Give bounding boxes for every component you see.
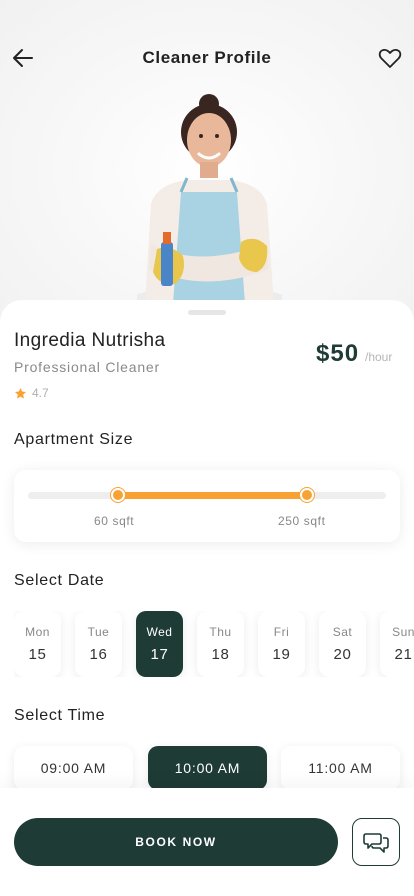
time-slot[interactable]: 09:00 AM: [14, 746, 133, 790]
date-chip-day: Sat: [332, 625, 353, 639]
date-chip-mon[interactable]: Mon 15: [14, 611, 61, 677]
date-chip-day: Tue: [87, 625, 110, 639]
date-chip-wed[interactable]: Wed 17: [136, 611, 183, 677]
page-title: Cleaner Profile: [142, 48, 272, 67]
date-chip-fri[interactable]: Fri 19: [258, 611, 305, 677]
size-slider-min-thumb[interactable]: [110, 488, 125, 502]
hero-section: Cleaner Profile: [0, 0, 414, 340]
date-chip-number: 20: [333, 646, 352, 663]
size-min-label: 60 sqft: [94, 514, 135, 528]
favorite-button[interactable]: [376, 44, 404, 72]
top-bar: Cleaner Profile: [0, 38, 414, 78]
date-chip-number: 16: [89, 646, 108, 663]
date-chip-number: 15: [28, 646, 47, 663]
price: $50: [316, 340, 360, 367]
book-now-button[interactable]: BOOK NOW: [14, 818, 338, 866]
size-slider-max-thumb[interactable]: [300, 488, 315, 502]
heart-icon: [378, 49, 402, 68]
date-chip-day: Sun: [392, 625, 414, 639]
date-chip-number: 17: [150, 646, 169, 663]
date-chip-tue[interactable]: Tue 16: [75, 611, 122, 677]
time-slot[interactable]: 10:00 AM: [148, 746, 267, 790]
date-chip-day: Wed: [146, 625, 173, 639]
size-slider-range: [117, 492, 308, 499]
chat-button[interactable]: [352, 818, 400, 866]
rating: 4.7: [14, 386, 49, 400]
time-picker: 09:00 AM 10:00 AM 11:00 AM: [0, 746, 414, 792]
select-time-heading: Select Time: [14, 707, 106, 724]
bottom-action-bar: BOOK NOW: [0, 788, 414, 896]
cleaner-role: Professional Cleaner: [14, 359, 160, 375]
chat-bubbles-icon: [363, 833, 389, 853]
price-unit: /hour: [365, 350, 393, 364]
date-chip-day: Fri: [273, 625, 290, 639]
sheet-handle[interactable]: [188, 310, 226, 315]
rating-value: 4.7: [32, 386, 49, 400]
date-chip-number: 21: [394, 646, 413, 663]
date-picker: Mon 15 Tue 16 Wed 17 Thu 18 Fri 19 Sat 20 Sun 21: [14, 611, 414, 677]
date-chip-sun[interactable]: Sun 21: [380, 611, 414, 677]
apartment-size-card: 60 sqft 250 sqft: [14, 470, 400, 542]
date-chip-thu[interactable]: Thu 18: [197, 611, 244, 677]
star-icon: [14, 387, 27, 399]
date-chip-number: 19: [272, 646, 291, 663]
date-chip-number: 18: [211, 646, 230, 663]
apartment-size-heading: Apartment Size: [14, 431, 134, 448]
date-chip-sat[interactable]: Sat 20: [319, 611, 366, 677]
cleaner-name: Ingredia Nutrisha: [14, 330, 166, 351]
date-chip-day: Mon: [25, 625, 50, 639]
size-max-label: 250 sqft: [278, 514, 326, 528]
date-chip-day: Thu: [209, 625, 232, 639]
select-date-heading: Select Date: [14, 572, 105, 589]
cleaner-photo: [137, 94, 282, 304]
time-slot[interactable]: 11:00 AM: [281, 746, 400, 790]
